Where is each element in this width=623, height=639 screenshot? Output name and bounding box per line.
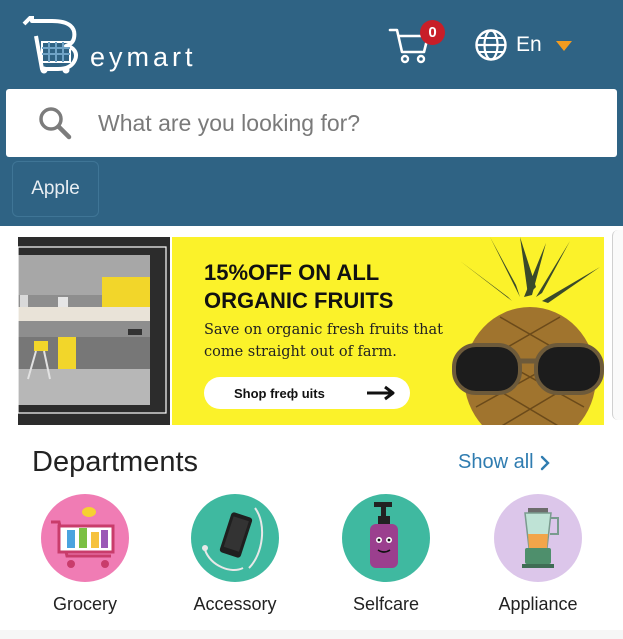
caret-down-icon	[555, 41, 572, 51]
promo-carousel[interactable]: 15%OFF ON ALL ORGANIC FRUITS Save on org…	[0, 236, 623, 426]
phone-accessory-icon	[191, 494, 279, 582]
promo-title: 15%OFF ON ALL ORGANIC FRUITS	[204, 259, 464, 315]
department-accessory[interactable]: Accessory	[170, 494, 300, 615]
department-selfcare[interactable]: Selfcare	[321, 494, 451, 615]
department-grocery[interactable]: Grocery	[20, 494, 150, 615]
promo-title-line1: 15%OFF ON ALL	[204, 260, 380, 285]
search-input[interactable]	[98, 109, 568, 137]
grocery-cart-icon	[41, 494, 129, 582]
arrow-right-icon	[367, 385, 395, 401]
search-bar[interactable]	[6, 89, 617, 157]
selfcare-bottle-icon	[342, 494, 430, 582]
show-all-label: Show all	[458, 451, 534, 473]
bottom-fade	[0, 630, 623, 639]
cart-count-badge: 0	[420, 20, 445, 45]
promo-desc-line2: come straight out of farm.	[204, 344, 397, 360]
language-selector[interactable]: En	[474, 28, 572, 62]
organic-fruits-banner[interactable]: 15%OFF ON ALL ORGANIC FRUITS Save on org…	[172, 237, 604, 425]
suggestion-chip-apple[interactable]: Apple	[12, 161, 99, 217]
promo-title-line2: ORGANIC FRUITS	[204, 288, 394, 313]
globe-icon	[475, 29, 507, 61]
shop-button-label: Shop freф uits	[234, 385, 325, 401]
scroll-edge-indicator	[612, 230, 623, 420]
shop-fresh-fruits-button[interactable]: Shop freф uits	[204, 377, 410, 409]
department-appliance[interactable]: Appliance	[473, 494, 603, 615]
promo-desc-line1: Save on organic fresh fruits that	[204, 322, 443, 338]
department-label: Grocery	[52, 594, 117, 614]
blender-appliance-icon	[494, 494, 582, 582]
pineapple-sunglasses-image	[452, 237, 604, 425]
departments-title: Departments	[32, 446, 199, 478]
language-label: En	[516, 33, 542, 56]
logo-cart-icon	[22, 14, 78, 74]
kitchen-image	[18, 237, 170, 425]
department-label: Selfcare	[352, 594, 420, 614]
top-header: eymart 0 En Apple	[0, 0, 623, 226]
promo-description: Save on organic fresh fruits that come s…	[204, 319, 484, 363]
logo-wordmark: eymart	[90, 42, 197, 72]
show-all-link[interactable]: Show all	[458, 451, 550, 474]
department-label: Appliance	[498, 594, 578, 614]
search-icon[interactable]	[38, 106, 72, 140]
chevron-right-icon	[540, 455, 550, 470]
department-label: Accessory	[193, 594, 277, 614]
kitchen-banner-image[interactable]	[18, 237, 170, 425]
beymart-logo[interactable]: eymart	[22, 14, 222, 74]
